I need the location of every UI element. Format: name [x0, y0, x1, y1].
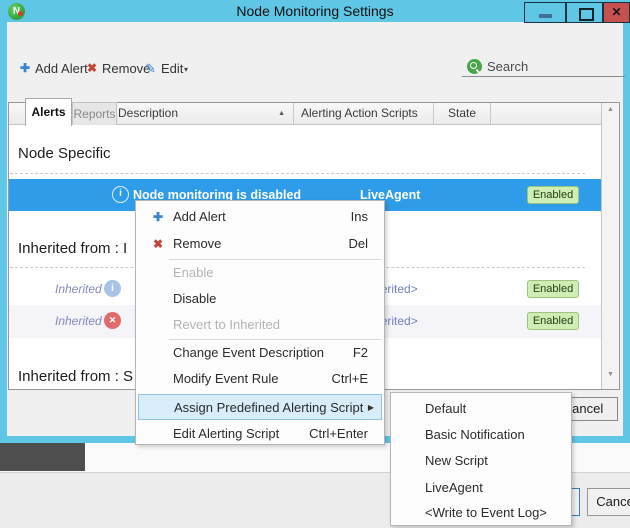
column-header-state[interactable]: State — [434, 103, 491, 124]
sort-ascending-icon: ▲ — [278, 103, 285, 124]
menu-item-disable[interactable]: Disable — [136, 286, 384, 312]
scroll-down-icon[interactable]: ▼ — [602, 371, 619, 386]
menu-item-assign-predefined-alerting-script[interactable]: Assign Predefined Alerting Script ▶ — [138, 394, 382, 420]
background-dark-panel — [0, 443, 85, 471]
add-alert-button[interactable]: Add Alert — [35, 60, 88, 78]
maximize-icon — [579, 8, 594, 21]
remove-icon: ✖ — [149, 231, 167, 257]
submenu-item-default[interactable]: Default — [391, 396, 571, 422]
menu-item-label: Change Event Description — [173, 340, 324, 366]
menu-item-edit-alerting-script[interactable]: Edit Alerting Script Ctrl+Enter — [136, 421, 384, 445]
status-badge: Enabled — [527, 186, 579, 204]
search-icon — [467, 59, 482, 74]
background-cancel-button[interactable]: Cancel — [587, 488, 630, 516]
alerting-script-submenu: Default Basic Notification New Script Li… — [390, 392, 572, 526]
column-header-description[interactable]: Description ▲ — [111, 103, 294, 124]
tab-reports[interactable]: Reports — [72, 102, 117, 125]
group-header-node-specific: Node Specific — [18, 145, 111, 167]
minimize-icon — [539, 14, 552, 18]
app-icon: N — [8, 3, 25, 20]
chevron-down-icon: ▾ — [184, 60, 188, 78]
column-header-empty[interactable] — [9, 103, 26, 124]
add-icon: ✚ — [149, 204, 167, 230]
submenu-item-write-to-event-log[interactable]: <Write to Event Log> — [391, 500, 571, 526]
menu-item-shortcut: Ins — [351, 204, 368, 230]
tab-alerts[interactable]: Alerts — [25, 98, 72, 126]
menu-item-remove[interactable]: ✖ Remove Del — [136, 231, 384, 257]
menu-item-label: Enable — [173, 260, 213, 286]
edit-button[interactable]: Edit — [161, 60, 183, 78]
menu-item-label: Remove — [173, 231, 221, 257]
menu-item-shortcut: Del — [348, 231, 368, 257]
search-input[interactable]: Search — [462, 58, 625, 77]
search-placeholder: Search — [487, 59, 528, 74]
minimize-button[interactable] — [524, 2, 566, 23]
remove-button[interactable]: Remove — [102, 60, 150, 78]
submenu-item-new-script[interactable]: New Script — [391, 448, 571, 474]
row-inheritance: Inherited — [55, 273, 102, 305]
menu-item-change-event-description[interactable]: Change Event Description F2 — [136, 340, 384, 366]
submenu-arrow-icon: ▶ — [368, 395, 374, 420]
remove-icon: ✖ — [87, 60, 97, 78]
vertical-scrollbar[interactable]: ▲ ▼ — [601, 103, 619, 389]
menu-item-label: Assign Predefined Alerting Script — [174, 395, 363, 421]
context-menu: ✚ Add Alert Ins ✖ Remove Del Enable Disa… — [135, 200, 385, 445]
submenu-item-label: New Script — [425, 448, 488, 474]
menu-item-label: Add Alert — [173, 204, 226, 230]
submenu-item-liveagent[interactable]: LiveAgent — [391, 475, 571, 501]
group-header-inherited-2: Inherited from : S — [18, 368, 133, 390]
submenu-item-label: Default — [425, 396, 466, 422]
menu-item-revert-to-inherited: Revert to Inherited — [136, 312, 384, 338]
error-icon: ✕ — [104, 312, 121, 329]
submenu-item-label: Basic Notification — [425, 422, 525, 448]
menu-item-add-alert[interactable]: ✚ Add Alert Ins — [136, 204, 384, 230]
submenu-item-label: LiveAgent — [425, 475, 483, 501]
row-inheritance: Inherited — [55, 305, 102, 337]
submenu-item-label: <Write to Event Log> — [425, 500, 547, 526]
menu-item-shortcut: Ctrl+Enter — [309, 421, 368, 447]
column-header-description-label: Description — [118, 106, 178, 120]
menu-item-shortcut: F2 — [353, 340, 368, 366]
info-icon: i — [104, 280, 121, 297]
edit-pencil-icon: ✎ — [145, 60, 156, 78]
menu-item-enable: Enable — [136, 260, 384, 286]
menu-item-shortcut: Ctrl+E — [332, 366, 368, 392]
column-header-alerting-action-scripts[interactable]: Alerting Action Scripts — [294, 103, 434, 124]
menu-item-label: Edit Alerting Script — [173, 421, 279, 447]
menu-item-label: Modify Event Rule — [173, 366, 279, 392]
column-header-filler[interactable] — [491, 103, 601, 124]
menu-item-modify-event-rule[interactable]: Modify Event Rule Ctrl+E — [136, 366, 384, 392]
menu-item-label: Disable — [173, 286, 216, 312]
add-alert-icon: ✚ — [20, 60, 30, 78]
menu-item-label: Revert to Inherited — [173, 312, 280, 338]
status-badge: Enabled — [527, 280, 579, 298]
close-button[interactable]: ✕ — [603, 2, 630, 23]
info-icon: i — [112, 186, 129, 203]
submenu-item-basic-notification[interactable]: Basic Notification — [391, 422, 571, 448]
status-badge: Enabled — [527, 312, 579, 330]
scroll-up-icon[interactable]: ▲ — [602, 106, 619, 121]
group-divider — [10, 173, 585, 174]
maximize-button[interactable] — [566, 2, 603, 23]
group-header-inherited-1: Inherited from : I — [18, 240, 127, 262]
